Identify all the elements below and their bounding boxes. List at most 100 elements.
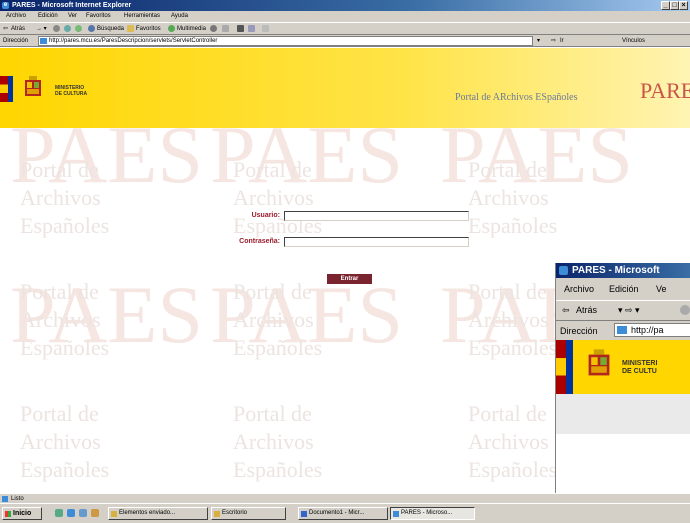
menu-ver[interactable]: Ver xyxy=(68,11,77,22)
second-browser-window: PARES - Microsoft Archivo Edición Ve ⇦ A… xyxy=(555,263,690,522)
address-url: http://pa xyxy=(631,325,664,335)
home-icon[interactable] xyxy=(75,25,82,32)
back-button[interactable]: Atrás xyxy=(576,301,597,319)
eu-flag-stripe xyxy=(8,76,13,102)
task-label: Documento1 - Micr... xyxy=(309,510,365,516)
go-arrow-icon[interactable]: ⇨ xyxy=(551,36,556,46)
history-icon[interactable] xyxy=(210,25,217,32)
maximize-button[interactable]: □ xyxy=(670,1,679,10)
menu-archivo[interactable]: Archivo xyxy=(6,11,26,22)
print-icon[interactable] xyxy=(237,25,244,32)
word-icon xyxy=(301,511,307,517)
spain-flag-stripe xyxy=(556,340,566,394)
back-button[interactable]: Atrás xyxy=(11,24,25,34)
watermark-text: Portal de Archivos Españoles xyxy=(468,157,558,238)
show-desktop-icon[interactable] xyxy=(55,509,63,517)
second-window-title-bar: PARES - Microsoft xyxy=(556,263,690,278)
password-input[interactable] xyxy=(284,237,469,247)
site-header: MINISTERI DE CULTU xyxy=(556,340,690,394)
stop-icon[interactable] xyxy=(53,25,60,32)
page-icon xyxy=(40,38,47,44)
portal-title: Portal de ARchivos ESpañoles xyxy=(455,92,578,103)
search-button[interactable]: Búsqueda xyxy=(97,24,124,34)
ie-icon: e xyxy=(2,2,9,9)
multimedia-icon xyxy=(168,25,175,32)
watermark-text: Portal de Archivos Españoles xyxy=(233,401,323,482)
user-input[interactable] xyxy=(284,211,469,221)
task-documento1[interactable]: Documento1 - Micr... xyxy=(298,507,388,520)
page-icon xyxy=(2,496,8,502)
go-button[interactable]: Ir xyxy=(560,36,564,46)
search-icon xyxy=(88,25,95,32)
user-label: Usuario: xyxy=(251,212,280,219)
title-bar: e PARES - Microsoft Internet Explorer _ … xyxy=(0,0,690,11)
watermark-text: Portal de Archivos Españoles xyxy=(20,279,110,360)
start-button[interactable]: Inicio xyxy=(2,507,42,520)
messenger-icon[interactable] xyxy=(262,25,269,32)
menu-bar: Archivo Edición Ver Favoritos Herramient… xyxy=(0,11,690,22)
back-arrow-icon[interactable]: ⇦ xyxy=(562,301,570,319)
back-arrow-icon[interactable]: ⇦ xyxy=(3,24,8,34)
windows-logo-icon xyxy=(5,511,11,517)
ministry-name: MINISTERI DE CULTU xyxy=(622,360,657,376)
watermark-text: Portal de Archivos Españoles xyxy=(233,157,323,238)
second-window-toolbar: ⇦ Atrás ▾ ⇨ ▾ xyxy=(556,300,690,315)
task-pares[interactable]: PARES - Microso... xyxy=(390,507,475,520)
favorites-button[interactable]: Favoritos xyxy=(136,24,161,34)
menu-archivo[interactable]: Archivo xyxy=(564,280,594,298)
menu-ayuda[interactable]: Ayuda xyxy=(171,11,188,22)
watermark-text: Portal de Archivos Españoles xyxy=(233,279,323,360)
task-escritorio[interactable]: Escritorio xyxy=(211,507,286,520)
spain-flag-stripe xyxy=(0,76,8,102)
multimedia-button[interactable]: Multimedia xyxy=(177,24,206,34)
eu-flag-stripe xyxy=(566,340,573,394)
forward-icon[interactable]: ▾ ⇨ ▾ xyxy=(618,301,640,319)
page-icon xyxy=(617,326,627,334)
watermark-text: Portal de Archivos Españoles xyxy=(20,401,110,482)
password-label: Contraseña: xyxy=(239,238,280,245)
menu-ver[interactable]: Ve xyxy=(656,280,667,298)
gray-band xyxy=(556,394,690,434)
ie-icon xyxy=(559,266,568,275)
folder-icon xyxy=(111,511,117,517)
entrar-button[interactable]: Entrar xyxy=(327,274,372,284)
watermark-text: Portal de Archivos Españoles xyxy=(20,157,110,238)
minimize-button[interactable]: _ xyxy=(661,1,670,10)
links-button[interactable]: Vínculos xyxy=(622,36,645,46)
address-dropdown-icon[interactable]: ▾ xyxy=(537,36,540,46)
start-label: Inicio xyxy=(13,510,32,517)
refresh-icon[interactable] xyxy=(64,25,71,32)
ministry-line-2: DE CULTURA xyxy=(55,91,88,97)
address-input[interactable]: http://pares.mcu.es/ParesDescripcion/ser… xyxy=(38,36,533,46)
address-label: Dirección xyxy=(560,326,598,336)
watermark-text: Portal de Archivos Españoles xyxy=(468,279,558,360)
second-window-title: PARES - Microsoft xyxy=(572,265,660,276)
taskbar: Inicio Elementos enviado... Escritorio D… xyxy=(0,503,690,523)
favorites-icon xyxy=(127,25,134,32)
forward-icon[interactable]: → ▾ xyxy=(36,24,47,34)
folder-icon xyxy=(214,511,220,517)
menu-favoritos[interactable]: Favoritos xyxy=(86,11,111,22)
close-button[interactable]: × xyxy=(679,1,688,10)
stop-icon[interactable] xyxy=(680,305,690,315)
address-input[interactable]: http://pa xyxy=(614,323,690,337)
media-icon[interactable] xyxy=(91,509,99,517)
edit-icon[interactable] xyxy=(248,25,255,32)
window-title: PARES - Microsoft Internet Explorer xyxy=(12,2,132,9)
ie-quicklaunch-icon[interactable] xyxy=(67,509,75,517)
address-url: http://pares.mcu.es/ParesDescripcion/ser… xyxy=(49,38,218,44)
task-elementos-enviados[interactable]: Elementos enviado... xyxy=(108,507,208,520)
ie-icon xyxy=(393,511,399,517)
coat-of-arms-icon xyxy=(25,76,41,96)
address-bar: Dirección http://pares.mcu.es/ParesDescr… xyxy=(0,35,690,47)
ministry-line-1: MINISTERI xyxy=(622,360,658,367)
address-label: Dirección xyxy=(3,38,29,44)
mail-icon[interactable] xyxy=(222,25,229,32)
outlook-icon[interactable] xyxy=(79,509,87,517)
menu-herramientas[interactable]: Herramientas xyxy=(124,11,160,22)
menu-edicion[interactable]: Edición xyxy=(609,280,639,298)
pares-logo: PARES xyxy=(640,78,690,103)
ministry-line-2: DE CULTU xyxy=(622,368,657,375)
second-window-address-bar: Dirección http://pa xyxy=(556,320,690,341)
menu-edicion[interactable]: Edición xyxy=(38,11,58,22)
